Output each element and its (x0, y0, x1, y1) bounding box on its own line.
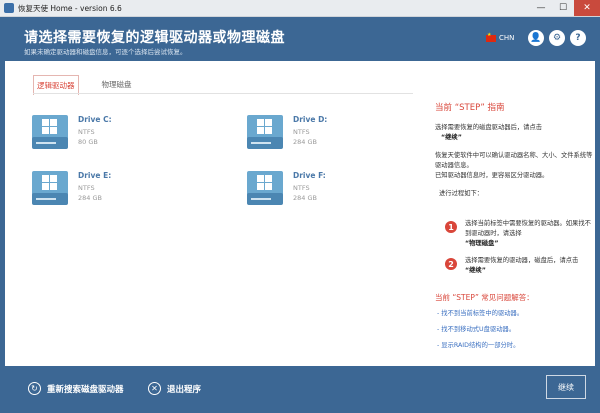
step-1: 1 选择当前标签中需要恢复的驱动器。如果找不到驱动器时，请选择 “物理磁盘” (445, 219, 595, 249)
drive-size: 284 GB (293, 138, 317, 146)
refresh-icon: ↻ (28, 382, 41, 395)
hard-drive-icon (247, 115, 283, 149)
tab-logical-drives[interactable]: 逻辑驱动器 (33, 75, 79, 95)
step-text-emphasis: “物理磁盘” (465, 240, 499, 247)
faq-title: 当前 “STEP” 常见问题解答： (435, 293, 534, 302)
title-bar: 恢复天使 Home - version 6.6 — ☐ ✕ (0, 0, 600, 17)
header: 请选择需要恢复的逻辑驱动器或物理磁盘 如果未确定驱动器和磁盘信息，可逐个选择后尝… (0, 17, 600, 61)
continue-button[interactable]: 继续 (546, 375, 586, 399)
tab-divider (33, 93, 413, 94)
main-content: 逻辑驱动器 物理磁盘 Drive C: NTFS 80 GB Drive D: (5, 61, 595, 366)
maximize-icon[interactable]: ☐ (552, 0, 574, 16)
app-window: 恢复天使 Home - version 6.6 — ☐ ✕ 请选择需要恢复的逻辑… (0, 0, 600, 413)
drive-name: Drive E: (78, 171, 112, 180)
drive-name: Drive F: (293, 171, 326, 180)
drive-filesystem: NTFS (293, 128, 310, 136)
drive-item-f[interactable]: Drive F: NTFS 284 GB (245, 167, 385, 209)
guide-text: 恢复天使软件中可以确认驱动器名称、大小、文件系统等驱动器信息。 (435, 152, 593, 169)
window-title: 恢复天使 Home - version 6.6 (18, 3, 122, 13)
minimize-icon[interactable]: — (530, 0, 552, 16)
hard-drive-icon (32, 115, 68, 149)
page-subtitle: 如果未确定驱动器和磁盘信息，可逐个选择后尝试恢复。 (24, 48, 187, 56)
exit-label: 退出程序 (167, 384, 202, 395)
window-controls: — ☐ ✕ (530, 0, 600, 16)
step-number: 1 (445, 221, 457, 233)
faq-link[interactable]: - 找不到当前标签中的驱动器。 (437, 308, 523, 317)
drive-name: Drive C: (78, 115, 112, 124)
tab-physical-disks[interactable]: 物理磁盘 (99, 75, 135, 95)
drive-filesystem: NTFS (78, 128, 95, 136)
page-title: 请选择需要恢复的逻辑驱动器或物理磁盘 (24, 30, 285, 46)
drive-filesystem: NTFS (293, 184, 310, 192)
guide-text: 已知驱动器信息时，更容易区分驱动器。 (435, 172, 549, 179)
guide-text: 进行过程如下： (439, 190, 484, 197)
app-icon (4, 3, 14, 13)
close-circle-icon: ✕ (148, 382, 161, 395)
step-text: 选择需要恢复的驱动器，磁盘后，请点击 (465, 257, 579, 264)
drive-size: 284 GB (78, 194, 102, 202)
step-text: 选择当前标签中需要恢复的驱动器。如果找不到驱动器时，请选择 (465, 220, 591, 237)
gear-icon[interactable]: ⚙ (549, 30, 565, 46)
guide-text: 选择需要恢复的磁盘驱动器后，请点击 (435, 124, 543, 131)
close-icon[interactable]: ✕ (574, 0, 600, 16)
step-text-emphasis: “继续” (465, 267, 486, 274)
faq-link[interactable]: - 找不到移动式U盘驱动器。 (437, 324, 515, 333)
user-icon[interactable]: 👤 (528, 30, 544, 46)
guide-title: 当前 “STEP” 指南 (435, 103, 505, 113)
exit-button[interactable]: ✕ 退出程序 (148, 382, 201, 395)
guide-text-emphasis: “继续” (441, 134, 462, 141)
language-label: CHN (499, 34, 515, 42)
rescan-label: 重新搜索磁盘驱动器 (47, 384, 124, 395)
tab-bar: 逻辑驱动器 物理磁盘 (33, 75, 155, 95)
drive-name: Drive D: (293, 115, 328, 124)
step-guide-panel: 当前 “STEP” 指南 选择需要恢复的磁盘驱动器后，请点击 “继续” 恢复天使… (435, 101, 595, 349)
step-number: 2 (445, 258, 457, 270)
faq-link[interactable]: - 显示RAID结构的一部分时。 (437, 340, 519, 349)
hard-drive-icon (247, 171, 283, 205)
drive-item-c[interactable]: Drive C: NTFS 80 GB (30, 111, 170, 153)
drive-item-e[interactable]: Drive E: NTFS 284 GB (30, 167, 170, 209)
drive-filesystem: NTFS (78, 184, 95, 192)
drive-item-d[interactable]: Drive D: NTFS 284 GB (245, 111, 385, 153)
china-flag-icon (486, 32, 496, 42)
step-2: 2 选择需要恢复的驱动器，磁盘后，请点击 “继续” (445, 256, 595, 276)
language-selector[interactable]: CHN (486, 32, 515, 42)
drive-size: 284 GB (293, 194, 317, 202)
hard-drive-icon (32, 171, 68, 205)
help-icon[interactable]: ? (570, 30, 586, 46)
footer: ↻ 重新搜索磁盘驱动器 ✕ 退出程序 继续 (0, 366, 600, 413)
rescan-button[interactable]: ↻ 重新搜索磁盘驱动器 (28, 382, 124, 395)
drive-size: 80 GB (78, 138, 98, 146)
